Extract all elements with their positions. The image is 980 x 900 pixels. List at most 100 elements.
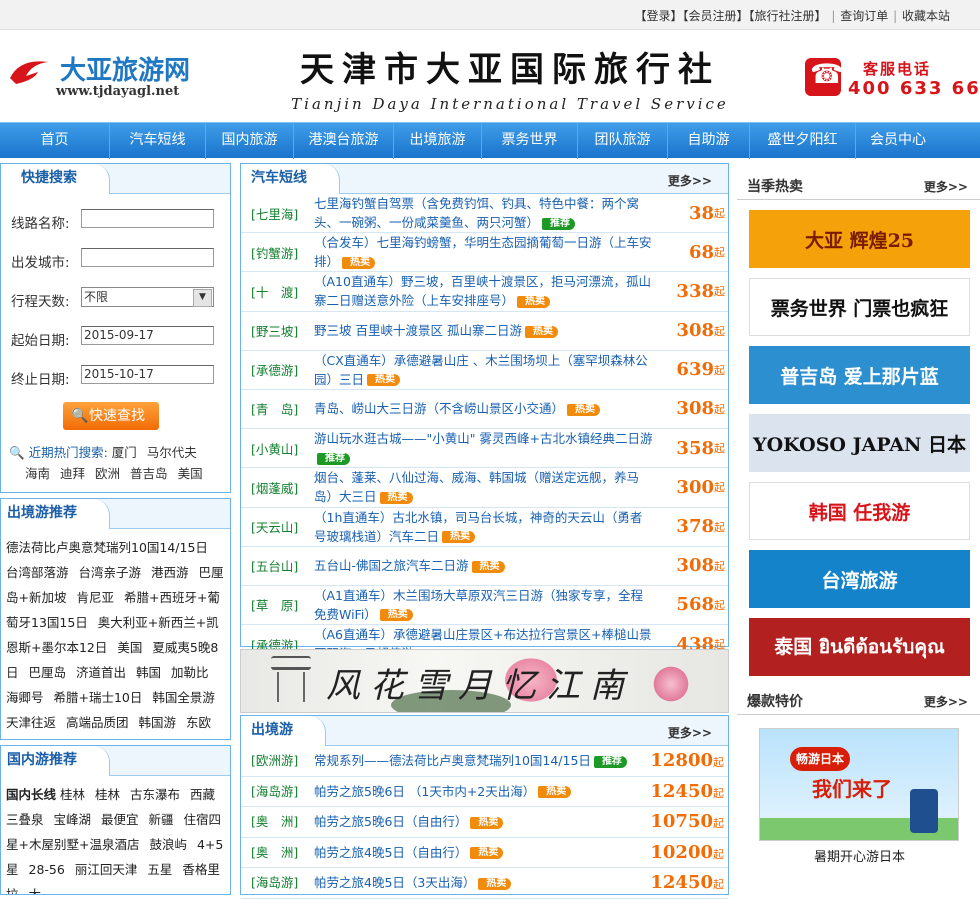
season-promo-banner[interactable]: 台湾旅游 — [749, 550, 970, 608]
hot-term[interactable]: 厦门 — [112, 445, 137, 460]
domestic-tag[interactable]: 新疆 — [149, 812, 174, 827]
tour-title[interactable]: 烟台、蓬莱、八仙过海、威海、韩国城（赠送定远舰，养马岛）大三日 — [314, 470, 639, 504]
season-promo-banner[interactable]: 普吉岛 爱上那片蓝 — [749, 346, 970, 404]
tour-title[interactable]: 常规系列——德法荷比卢奥意梵瑞列10国14/15日 — [314, 753, 591, 768]
hot-term[interactable]: 欧洲 — [95, 466, 120, 481]
tour-row[interactable]: [天云山] （1h直通车）古北水镇，司马台长城，神奇的天云山（勇者号玻璃栈道）汽车… — [241, 508, 728, 547]
abroad-tag[interactable]: 韩国全景游 — [152, 690, 215, 705]
start-date-input[interactable]: 2015-09-17 — [81, 326, 214, 345]
domestic-tag[interactable]: 五星 — [147, 862, 172, 877]
abroad-tag[interactable]: 巴厘岛 — [29, 665, 67, 680]
abroad-more-link[interactable]: 更多>> — [668, 724, 712, 741]
hot-term[interactable]: 美国 — [178, 466, 203, 481]
tour-title[interactable]: （1h直通车）古北水镇，司马台长城，神奇的天云山（勇者号玻璃栈道）汽车二日 — [314, 510, 642, 544]
tour-category[interactable]: [欧洲游] — [251, 746, 298, 776]
tour-row[interactable]: [海岛游] 帕劳之旅5晚6日 （1天市内+2天出海） 热卖 12450起 — [241, 777, 728, 807]
tour-title[interactable]: 帕劳之旅4晚5日（自由行） — [314, 845, 467, 860]
tour-category[interactable]: [青 岛] — [251, 390, 298, 428]
tour-category[interactable]: [野三坡] — [251, 312, 298, 350]
season-more-link[interactable]: 更多>> — [924, 178, 968, 195]
abroad-tag[interactable]: 港西游 — [151, 565, 189, 580]
jiangnan-banner[interactable]: 风花雪月忆江南 — [240, 649, 729, 713]
domestic-tag[interactable]: 鼓浪屿 — [149, 837, 187, 852]
abroad-tag[interactable]: 韩国游 — [139, 715, 177, 730]
tour-row[interactable]: [奥 洲] 帕劳之旅5晚6日（自由行） 热卖 10750起 — [241, 807, 728, 838]
domestic-tag[interactable]: 桂林 — [60, 787, 85, 802]
nav-self-guided[interactable]: 自助游 — [668, 123, 750, 159]
season-promo-banner[interactable]: 大亚 辉煌25 — [749, 210, 970, 268]
domestic-tag[interactable]: 西藏 — [190, 787, 215, 802]
hot-deal-card[interactable]: 畅游日本 我们来了 暑期开心游日本 — [749, 720, 970, 891]
season-promo-banner[interactable]: YOKOSO JAPAN 日本 — [749, 414, 970, 472]
hot-deal-more-link[interactable]: 更多>> — [924, 693, 968, 710]
hot-term[interactable]: 马尔代夫 — [147, 445, 197, 460]
tour-row[interactable]: [承德游] （CX直通车）承德避暑山庄 、木兰围场坝上（塞罕坝森林公园）三日 热卖 6… — [241, 351, 728, 390]
nav-home[interactable]: 首页 — [0, 123, 110, 159]
tour-title[interactable]: 帕劳之旅5晚6日（自由行） — [314, 814, 467, 829]
abroad-tag[interactable]: 高端品质团 — [66, 715, 129, 730]
hot-term[interactable]: 海南 — [25, 466, 50, 481]
tour-title[interactable]: 青岛、崂山大三日游（不含崂山景区小交通） — [314, 401, 564, 416]
hot-term[interactable]: 迪拜 — [60, 466, 85, 481]
tour-row[interactable]: [五台山] 五台山-佛国之旅汽车二日游 热卖 308 起 — [241, 547, 728, 586]
nav-car-short[interactable]: 汽车短线 — [110, 123, 206, 159]
hot-term[interactable]: 普吉岛 — [130, 466, 168, 481]
tour-title[interactable]: 帕劳之旅4晚5日（3天出海） — [314, 875, 475, 890]
tour-row[interactable]: [青 岛] 青岛、崂山大三日游（不含崂山景区小交通） 热卖 308 起 — [241, 390, 728, 430]
abroad-tag[interactable]: 济道首出 — [76, 665, 126, 680]
nav-domestic[interactable]: 国内旅游 — [206, 123, 294, 159]
tour-row[interactable]: [海岛游] 帕劳之旅4晚5日（3天出海） 热卖 12450起 — [241, 868, 728, 899]
tour-category[interactable]: [七里海] — [251, 194, 298, 232]
tour-title[interactable]: （A1直通车）木兰围场大草原双汽三日游（独家专享，全程免费WiFi） — [314, 588, 643, 622]
route-input[interactable] — [81, 209, 214, 228]
tour-category[interactable]: [海岛游] — [251, 868, 298, 898]
tour-category[interactable]: [草 原] — [251, 586, 298, 624]
tour-category[interactable]: [烟蓬威] — [251, 468, 298, 506]
end-date-input[interactable]: 2015-10-17 — [81, 365, 214, 384]
tour-row[interactable]: [小黄山] 游山玩水逛古城——"小黄山" 雾灵西峰+古北水镇经典二日游推荐 358 起 — [241, 429, 728, 469]
domestic-tag[interactable]: 桂林 — [95, 787, 120, 802]
login-link[interactable]: 【登录】 — [635, 9, 683, 23]
tour-category[interactable]: [海岛游] — [251, 777, 298, 807]
tour-row[interactable]: [七里海] 七里海钓蟹自驾票（含免费钓饵、钓具、特色中餐：两个窝头、一碗粥、一份咸… — [241, 194, 728, 234]
nav-hk-macao-tw[interactable]: 港澳台旅游 — [294, 123, 394, 159]
tour-category[interactable]: [小黄山] — [251, 429, 298, 467]
nav-member-center[interactable]: 会员中心 — [856, 123, 940, 159]
tour-row[interactable]: [草 原] （A1直通车）木兰围场大草原双汽三日游（独家专享，全程免费WiFi）热… — [241, 586, 728, 626]
domestic-tag[interactable]: 三叠泉 — [6, 812, 44, 827]
domestic-tag[interactable]: 大 — [29, 887, 42, 894]
season-promo-banner[interactable]: 票务世界 门票也疯狂 — [749, 278, 970, 336]
tour-title[interactable]: 五台山-佛国之旅汽车二日游 — [314, 558, 469, 573]
domestic-tag[interactable]: 28-56 — [29, 862, 65, 877]
tour-title[interactable]: 帕劳之旅5晚6日 （1天市内+2天出海） — [314, 784, 535, 799]
abroad-tag[interactable]: 希腊+瑞士10日 — [54, 690, 143, 705]
tour-title[interactable]: 游山玩水逛古城——"小黄山" 雾灵西峰+古北水镇经典二日游 — [314, 431, 652, 446]
tour-title[interactable]: （CX直通车）承德避暑山庄 、木兰围场坝上（塞罕坝森林公园）三日 — [314, 353, 648, 387]
tour-row[interactable]: [钓蟹游] （合发车）七里海钓螃蟹，华明生态园摘葡萄一日游（上车安排） 热卖 68 起 — [241, 233, 728, 273]
nav-team[interactable]: 团队旅游 — [578, 123, 668, 159]
abroad-tag[interactable]: 海卿号 — [6, 690, 44, 705]
abroad-tag[interactable]: 德法荷比卢奥意梵瑞列10国14/15日 — [6, 540, 208, 555]
tour-title[interactable]: （A10直通车）野三坡，百里峡十渡景区，拒马河漂流，孤山寨二日赠送意外险（上车安… — [314, 274, 651, 308]
tour-category[interactable]: [天云山] — [251, 508, 298, 546]
city-input[interactable] — [81, 248, 214, 267]
hot-deal-image[interactable]: 畅游日本 我们来了 — [759, 728, 959, 841]
domestic-tag[interactable]: 古东瀑布 — [130, 787, 180, 802]
tour-category[interactable]: [奥 洲] — [251, 838, 298, 868]
agency-register-link[interactable]: 【旅行社注册】 — [749, 9, 827, 23]
domestic-tag[interactable]: 宝峰湖 — [54, 812, 92, 827]
hot-deal-caption[interactable]: 暑期开心游日本 — [749, 846, 970, 865]
abroad-tag[interactable]: 肯尼亚 — [76, 590, 114, 605]
tour-category[interactable]: [十 渡] — [251, 272, 298, 310]
tour-row[interactable]: [野三坡] 野三坡 百里峡十渡景区 孤山寨二日游 热卖 308 起 — [241, 312, 728, 351]
favorite-link[interactable]: 收藏本站 — [902, 9, 950, 23]
tour-row[interactable]: [烟蓬威] 烟台、蓬莱、八仙过海、威海、韩国城（赠送定远舰，养马岛）大三日 热卖 30… — [241, 468, 728, 508]
tour-row[interactable]: [欧洲游] 常规系列——德法荷比卢奥意梵瑞列10国14/15日 推荐 12800起 — [241, 746, 728, 777]
tour-category[interactable]: [五台山] — [251, 547, 298, 585]
tour-title[interactable]: 野三坡 百里峡十渡景区 孤山寨二日游 — [314, 323, 522, 338]
season-promo-banner[interactable]: 韩国 任我游 — [749, 482, 970, 540]
domestic-tag[interactable]: 最便宜 — [101, 812, 139, 827]
nav-tickets[interactable]: 票务世界 — [482, 123, 578, 159]
tour-category[interactable]: [承德游] — [251, 351, 298, 389]
abroad-tag[interactable]: 天津往返 — [6, 715, 56, 730]
